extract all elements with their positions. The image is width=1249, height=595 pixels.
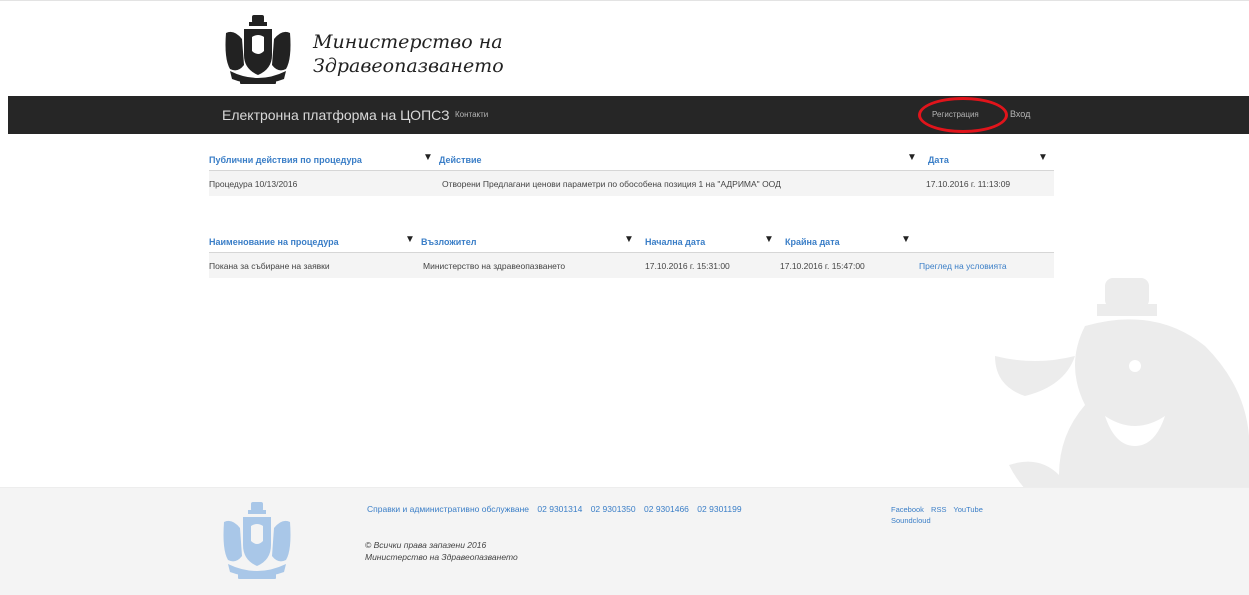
footer-phone[interactable]: 02 9301314 (537, 504, 582, 514)
filter-icon[interactable]: ▼ (1038, 153, 1048, 163)
coat-of-arms-logo[interactable] (222, 13, 294, 87)
footer-copyright-line1: © Всички права запазени 2016 (365, 540, 487, 550)
footer-facebook-link[interactable]: Facebook (891, 505, 924, 514)
cell-date: 17.10.2016 г. 11:13:09 (926, 179, 1011, 189)
table-header: Публични действия по процедура ▼ Действи… (209, 151, 1054, 171)
filter-icon[interactable]: ▼ (764, 235, 774, 245)
cell-end-date: 17.10.2016 г. 15:47:00 (780, 261, 865, 271)
cell-action: Отворени Предлагани ценови параметри по … (442, 179, 781, 189)
filter-icon[interactable]: ▼ (423, 153, 433, 163)
table-header: Наименование на процедура ▼ Възложител ▼… (209, 233, 1054, 253)
cell-start-date: 17.10.2016 г. 15:31:00 (645, 261, 730, 271)
column-header-procedure-name[interactable]: Наименование на процедура (209, 237, 339, 247)
column-header-start-date[interactable]: Начална дата (645, 237, 705, 247)
footer-rss-link[interactable]: RSS (931, 505, 946, 514)
filter-icon[interactable]: ▼ (405, 235, 415, 245)
footer-copyright-line2: Министерство на Здравеопазването (365, 552, 518, 562)
column-header-procedure-actions[interactable]: Публични действия по процедура (209, 155, 362, 165)
footer-phone[interactable]: 02 9301199 (697, 504, 741, 514)
footer-help-label[interactable]: Справки и административно обслужване (367, 504, 529, 514)
page-footer: Справки и административно обслужване 02 … (0, 487, 1249, 595)
table-row: Процедура 10/13/2016 Отворени Предлагани… (209, 171, 1054, 196)
footer-help-line: Справки и административно обслужване 02 … (367, 504, 748, 514)
procedures-table: Наименование на процедура ▼ Възложител ▼… (209, 233, 1054, 278)
cell-procedure: Процедура 10/13/2016 (209, 179, 298, 189)
ministry-name-line1: Министерство на (313, 31, 503, 53)
footer-coat-of-arms-logo (223, 502, 291, 579)
nav-login-link[interactable]: Вход (1010, 109, 1030, 119)
nav-contacts-link[interactable]: Контакти (455, 110, 488, 119)
column-header-action[interactable]: Действие (439, 155, 482, 165)
footer-youtube-link[interactable]: YouTube (953, 505, 982, 514)
top-border (0, 0, 1249, 1)
ministry-name: Министерство на Здравеопазването (313, 30, 504, 78)
table-row: Покана за събиране на заявки Министерств… (209, 253, 1054, 278)
footer-copyright: © Всички права запазени 2016 Министерств… (365, 539, 518, 563)
cell-procedure-name: Покана за събиране на заявки (209, 261, 330, 271)
navbar-brand[interactable]: Електронна платформа на ЦОПСЗ (222, 107, 450, 123)
public-actions-table: Публични действия по процедура ▼ Действи… (209, 151, 1054, 196)
nav-register-link[interactable]: Регистрация (932, 110, 979, 119)
filter-icon[interactable]: ▼ (901, 235, 911, 245)
column-header-date[interactable]: Дата (928, 155, 949, 165)
view-conditions-link[interactable]: Преглед на условията (919, 261, 1007, 271)
filter-icon[interactable]: ▼ (907, 153, 917, 163)
footer-social-links: Facebook RSS YouTube Soundcloud (891, 504, 1021, 526)
filter-icon[interactable]: ▼ (624, 235, 634, 245)
column-header-end-date[interactable]: Крайна дата (785, 237, 840, 247)
ministry-name-line2: Здравеопазването (313, 55, 504, 77)
footer-phone[interactable]: 02 9301350 (591, 504, 636, 514)
main-navbar: Електронна платформа на ЦОПСЗ Контакти Р… (8, 96, 1249, 134)
column-header-contractor[interactable]: Възложител (421, 237, 476, 247)
cell-contractor: Министерство на здравеопазването (423, 261, 566, 271)
footer-soundcloud-link[interactable]: Soundcloud (891, 516, 931, 525)
footer-phone[interactable]: 02 9301466 (644, 504, 689, 514)
